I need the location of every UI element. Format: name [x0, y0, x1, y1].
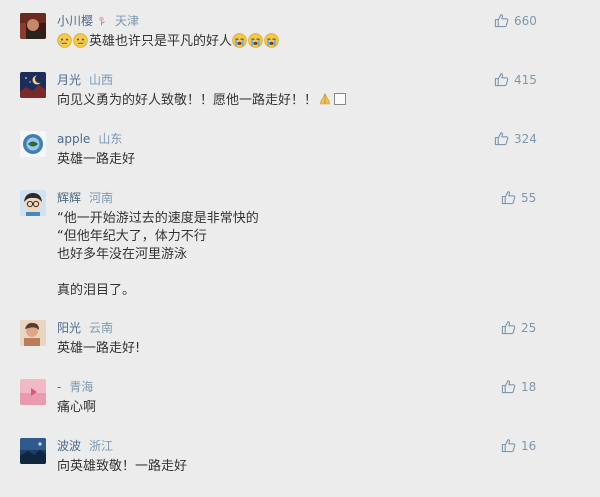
- comment-line: 真的泪目了。: [57, 283, 136, 298]
- thumbs-up-icon: [494, 73, 509, 87]
- like-count: 55: [521, 190, 537, 205]
- nickname[interactable]: 辉辉: [57, 191, 81, 205]
- avatar[interactable]: [20, 72, 46, 98]
- comment-line: “他一开始游过去的速度是非常快的: [57, 211, 259, 226]
- comment-meta: 阳光 云南: [57, 321, 113, 336]
- nickname[interactable]: apple: [57, 132, 90, 146]
- warm-portrait-avatar-icon: [20, 320, 46, 346]
- nickname[interactable]: -: [57, 380, 61, 394]
- avatar[interactable]: [20, 13, 46, 39]
- like-count: 324: [514, 131, 537, 146]
- thumbs-up-icon: [501, 321, 516, 335]
- comment-text: “他一开始游过去的速度是非常快的 “但他年纪大了，体力不行 也好多年没在河里游泳…: [57, 210, 259, 300]
- thumbs-up-icon: [494, 132, 509, 146]
- comment-meta: 辉辉 河南: [57, 191, 113, 206]
- comment-line: “但他年纪大了，体力不行: [57, 229, 207, 244]
- thumbs-up-icon: [494, 14, 509, 28]
- comment-body: 向见义勇为的好人致敬！！愿他一路走好！！: [57, 93, 318, 108]
- nickname[interactable]: 阳光: [57, 321, 81, 335]
- location: 浙江: [89, 439, 114, 453]
- comment-meta: 波波 浙江: [57, 439, 113, 454]
- thumbs-up-icon: [501, 439, 516, 453]
- avatar[interactable]: [20, 379, 46, 405]
- avatar[interactable]: [20, 190, 46, 216]
- location: 山东: [98, 132, 123, 146]
- like-count: 25: [521, 320, 537, 335]
- location: 天津: [115, 14, 140, 28]
- comment-meta: apple 山东: [57, 132, 122, 147]
- like-button[interactable]: 55: [501, 190, 536, 205]
- like-button[interactable]: 660: [494, 13, 537, 28]
- loudly-crying-emoji-icon: [248, 33, 263, 48]
- comment-text: 向英雄致敬！一路走好: [57, 458, 187, 476]
- night-sky-avatar-icon: [20, 72, 46, 98]
- crying-face-emoji-icon: [57, 33, 72, 48]
- like-button[interactable]: 25: [501, 320, 536, 335]
- comment-body: 英雄一路走好: [57, 152, 136, 167]
- like-button[interactable]: 415: [494, 72, 537, 87]
- location: 青海: [69, 380, 94, 394]
- comment-list: 小川樱 天津 英雄也许只是平凡的好人 660 月光 山西 向见义勇为的好人致敬！…: [0, 0, 600, 497]
- comment-meta: 月光 山西: [57, 73, 113, 88]
- nickname[interactable]: 波波: [57, 439, 81, 453]
- like-button[interactable]: 18: [501, 379, 536, 394]
- missing-glyph-box-icon: [334, 93, 347, 105]
- like-count: 660: [514, 13, 537, 28]
- avatar[interactable]: [20, 438, 46, 464]
- location: 云南: [89, 321, 114, 335]
- like-button[interactable]: 324: [494, 131, 537, 146]
- comment-text: 向见义勇为的好人致敬！！愿他一路走好！！: [57, 92, 347, 110]
- comment-line-blank: [57, 264, 259, 282]
- blue-globe-avatar-icon: [20, 131, 46, 157]
- thumbs-up-icon: [501, 191, 516, 205]
- comment-body: 英雄也许只是平凡的好人: [89, 34, 233, 49]
- cartoon-boy-glasses-avatar-icon: [20, 190, 46, 216]
- comment-text: 英雄也许只是平凡的好人: [57, 33, 280, 51]
- like-count: 415: [514, 72, 537, 87]
- dark-blue-landscape-avatar-icon: [20, 438, 46, 464]
- comment-text: 痛心啊: [57, 399, 96, 417]
- comment-text: 英雄一路走好: [57, 151, 135, 169]
- comment-text: 英雄一路走好!: [57, 340, 140, 358]
- pink-play-avatar-icon: [20, 379, 46, 405]
- crying-face-emoji-icon: [73, 33, 88, 48]
- nickname[interactable]: 小川樱: [57, 14, 93, 28]
- flower-badge-icon: [99, 16, 105, 26]
- thumbs-up-icon: [501, 380, 516, 394]
- comment-body: 痛心啊: [57, 400, 97, 415]
- loudly-crying-emoji-icon: [264, 33, 279, 48]
- avatar[interactable]: [20, 320, 46, 346]
- like-count: 16: [521, 438, 537, 453]
- praying-hands-emoji-icon: [320, 93, 330, 105]
- comment-meta: 小川樱 天津: [57, 14, 139, 29]
- nickname[interactable]: 月光: [57, 73, 81, 87]
- location: 山西: [89, 73, 114, 87]
- comment-body: 英雄一路走好!: [57, 341, 141, 356]
- comment-line: 也好多年没在河里游泳: [57, 247, 188, 262]
- comment-meta: - 青海: [57, 380, 93, 395]
- like-count: 18: [521, 379, 537, 394]
- loudly-crying-emoji-icon: [232, 33, 247, 48]
- dark-red-portrait-avatar-icon: [20, 13, 46, 39]
- location: 河南: [89, 191, 114, 205]
- like-button[interactable]: 16: [501, 438, 536, 453]
- comment-body: 向英雄致敬！一路走好: [57, 459, 188, 474]
- avatar[interactable]: [20, 131, 46, 157]
